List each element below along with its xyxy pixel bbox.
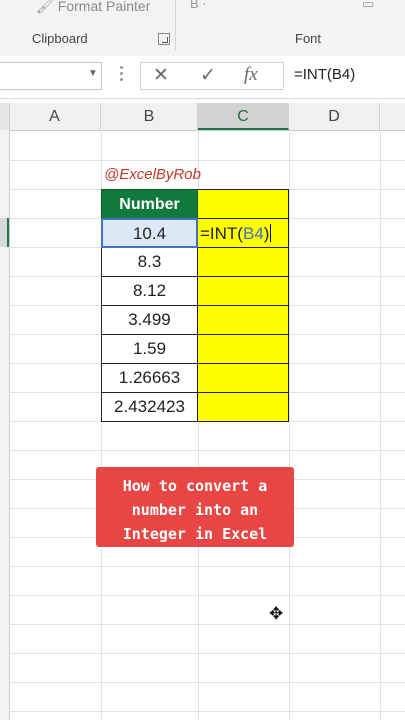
cell-c10[interactable]	[198, 393, 289, 422]
insert-function-icon[interactable]: fx	[244, 64, 258, 86]
text-cursor	[270, 224, 272, 242]
move-cursor-icon: ✥	[269, 604, 284, 623]
formula-bar-grip-icon[interactable]	[120, 66, 123, 84]
column-header-b[interactable]: B	[101, 103, 198, 130]
chevron-down-icon[interactable]: ▼	[88, 68, 98, 79]
name-box[interactable]	[0, 62, 102, 90]
font-group-label: Font	[295, 31, 322, 46]
grid-hline	[9, 682, 405, 683]
number-header-cell[interactable]: Number	[101, 189, 198, 219]
formula-prefix: =INT(	[200, 224, 243, 243]
cell-b7[interactable]: 3.499	[101, 306, 198, 335]
cell-b10[interactable]: 2.432423	[101, 393, 198, 422]
cell-c9[interactable]	[198, 364, 289, 393]
cell-c6[interactable]	[198, 277, 289, 306]
title-callout-text: How to convert a number into an Integer …	[122, 477, 268, 543]
font-color-icon[interactable]: ▭	[362, 0, 374, 12]
cell-b4[interactable]: 10.4	[101, 218, 198, 248]
clipboard-dialog-launcher-icon[interactable]	[158, 33, 170, 45]
formula-suffix: )	[263, 224, 270, 243]
grid-hline	[9, 566, 405, 567]
grid-hline	[9, 450, 405, 451]
cell-c7[interactable]	[198, 306, 289, 335]
formula-reference: B4	[242, 224, 264, 243]
watermark-text: @ExcelByRob	[104, 166, 201, 183]
formula-input[interactable]: =INT(B4)	[283, 62, 405, 88]
row-header-selected[interactable]	[0, 218, 9, 247]
grid-hline	[9, 160, 405, 161]
grid-hline	[9, 653, 405, 654]
cell-b6[interactable]: 8.12	[101, 277, 198, 306]
format-painter-label: Format Painter	[57, 0, 151, 14]
cell-c3[interactable]	[198, 189, 289, 219]
format-painter-button[interactable]: 🖌 Format Painter	[36, 0, 150, 15]
column-header-c[interactable]: C	[198, 103, 289, 130]
cell-c5[interactable]	[198, 248, 289, 277]
paintbrush-icon: 🖌	[36, 0, 54, 14]
column-header-a[interactable]: A	[9, 103, 101, 130]
ribbon-separator	[175, 0, 176, 50]
cell-b5[interactable]: 8.3	[101, 248, 198, 277]
grid-hline	[9, 595, 405, 596]
enter-icon[interactable]: ✓	[200, 64, 216, 87]
cell-b8[interactable]: 1.59	[101, 335, 198, 364]
column-header-d[interactable]: D	[289, 103, 380, 130]
grid-hline	[9, 711, 405, 712]
cell-c4-editor[interactable]: =INT(B4)	[198, 219, 272, 248]
grid-hline	[9, 624, 405, 625]
cell-c8[interactable]	[198, 335, 289, 364]
font-format-icons[interactable]: B ·	[190, 0, 207, 11]
cancel-icon[interactable]: ✕	[153, 64, 169, 87]
clipboard-group-label: Clipboard	[32, 31, 88, 46]
cell-b9[interactable]: 1.26663	[101, 364, 198, 393]
